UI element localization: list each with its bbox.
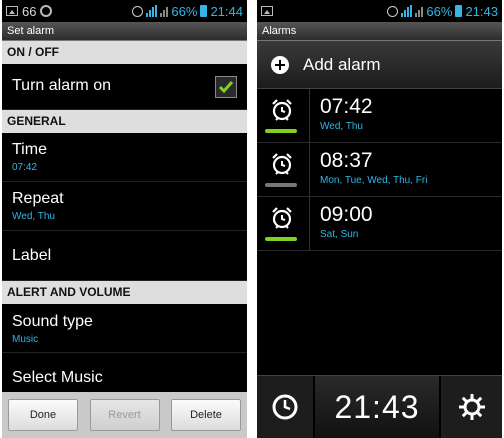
status-time: 21:43 (465, 3, 498, 19)
battery-percent: 66% (171, 3, 198, 19)
signal-icon-2 (415, 5, 424, 17)
settings-button[interactable] (441, 376, 502, 438)
notification-count: 66 (22, 3, 37, 19)
alarm-info[interactable]: 07:42 Wed, Thu (310, 89, 373, 142)
time-value: 07:42 (12, 162, 38, 173)
alarm-days: Sat, Sun (320, 229, 359, 240)
signal-icon-2 (160, 5, 169, 17)
disabled-indicator (265, 183, 297, 187)
screen-title: Alarms (257, 22, 502, 41)
clock-icon (272, 394, 298, 420)
select-music-label: Select Music (12, 369, 103, 386)
alarm-days: Mon, Tue, Wed, Thu, Fri (320, 175, 428, 186)
battery-percent: 66% (426, 3, 453, 19)
status-bar: 66% 21:43 (257, 0, 502, 22)
time-label: Time (12, 141, 47, 158)
repeat-value: Wed, Thu (12, 211, 55, 222)
add-alarm-button[interactable]: Add alarm (257, 41, 502, 89)
enabled-indicator (265, 129, 297, 133)
alarm-clock-icon (272, 153, 292, 175)
alarm-info[interactable]: 08:37 Mon, Tue, Wed, Thu, Fri (310, 143, 427, 196)
alarm-row[interactable]: 08:37 Mon, Tue, Wed, Thu, Fri (257, 143, 502, 197)
turn-alarm-on-label: Turn alarm on (12, 77, 111, 94)
alarm-time: 09:00 (320, 203, 373, 226)
time-row[interactable]: Time 07:42 (2, 133, 247, 182)
label-label: Label (12, 247, 52, 264)
add-alarm-label: Add alarm (303, 54, 381, 74)
label-row[interactable]: Label (2, 231, 247, 281)
sync-icon (40, 5, 53, 17)
signal-icon (146, 5, 158, 17)
action-bar: Done Revert Delete (2, 392, 247, 438)
alarm-clock-icon (387, 5, 399, 17)
alarm-days: Wed, Thu (320, 121, 363, 132)
status-bar: 66 66% 21:44 (2, 0, 247, 22)
done-button[interactable]: Done (8, 399, 78, 431)
alarm-clock-icon (272, 99, 292, 121)
status-time: 21:44 (210, 3, 243, 19)
checkmark-icon (218, 81, 234, 94)
alarm-list: 07:42 Wed, Thu 08:37 Mon, Tue, Wed, Thu, Fr… (257, 89, 502, 251)
signal-icon (401, 5, 413, 17)
alarm-toggle[interactable] (257, 197, 310, 250)
current-time-display: 21:43 (315, 376, 441, 438)
repeat-row[interactable]: Repeat Wed, Thu (2, 182, 247, 231)
sound-type-label: Sound type (12, 313, 93, 330)
screen-title: Set alarm (2, 22, 247, 41)
alarm-enabled-checkbox[interactable] (215, 76, 237, 98)
alarm-time: 07:42 (320, 95, 373, 118)
bottom-bar: 21:43 (257, 375, 502, 438)
current-time: 21:43 (334, 388, 420, 425)
section-general: GENERAL (2, 110, 247, 133)
enabled-indicator (265, 237, 297, 241)
delete-button[interactable]: Delete (171, 399, 241, 431)
clock-button[interactable] (257, 376, 315, 438)
alarms-screen: 66% 21:43 Alarms Add alarm 07:42 Wed, Thu… (257, 0, 502, 438)
plus-icon (271, 55, 289, 74)
battery-icon (455, 5, 463, 17)
gear-icon (458, 394, 485, 420)
select-music-row[interactable]: Select Music (2, 353, 247, 393)
set-alarm-screen: 66 66% 21:44 Set alarm ON / OFF Turn ala… (2, 0, 247, 438)
turn-alarm-on-row[interactable]: Turn alarm on (2, 64, 247, 110)
alarm-toggle[interactable] (257, 143, 310, 196)
battery-icon (200, 5, 208, 17)
alarm-clock-icon (132, 5, 144, 17)
image-notification-icon (6, 6, 18, 16)
revert-button[interactable]: Revert (89, 399, 160, 431)
alarm-time: 08:37 (320, 149, 373, 172)
image-notification-icon (261, 6, 273, 16)
alarm-row[interactable]: 07:42 Wed, Thu (257, 89, 502, 143)
alarm-clock-icon (272, 207, 292, 229)
alarm-info[interactable]: 09:00 Sat, Sun (310, 197, 373, 250)
alarm-toggle[interactable] (257, 89, 310, 142)
section-alert-volume: ALERT AND VOLUME (2, 281, 247, 304)
section-on-off: ON / OFF (2, 41, 247, 64)
repeat-label: Repeat (12, 190, 64, 207)
sound-type-value: Music (12, 334, 39, 345)
sound-type-row[interactable]: Sound type Music (2, 304, 247, 353)
alarm-row[interactable]: 09:00 Sat, Sun (257, 197, 502, 251)
